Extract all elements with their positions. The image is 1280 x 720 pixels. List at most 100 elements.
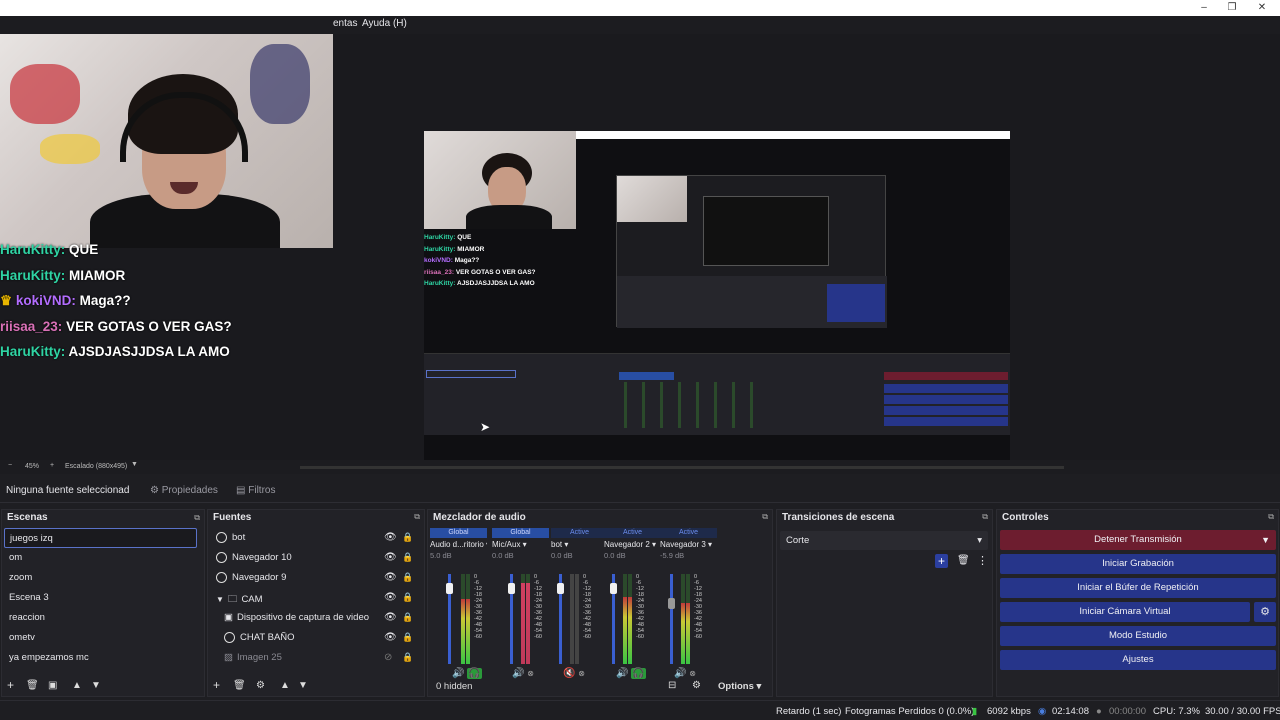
channel-name[interactable]: Audio d...ritorio ▾ <box>430 540 487 549</box>
menu-herramientas[interactable]: entas <box>333 18 357 29</box>
scene-item[interactable]: ya empezamos mc <box>4 648 197 668</box>
channel-name[interactable]: Navegador 2 ▾ <box>604 540 661 549</box>
preview-area[interactable]: HaruKitty: QUE HaruKitty: MIAMOR kokiVND… <box>0 34 1280 462</box>
nested-title-bar <box>576 131 1010 139</box>
chevron-down-icon[interactable]: ▼ <box>1261 530 1270 550</box>
minimize-button[interactable]: – <box>1194 1 1214 15</box>
transition-select[interactable]: Corte ▾ <box>780 531 988 550</box>
fps-status: 30.00 / 30.00 FPS <box>1205 706 1280 717</box>
source-item-imagen-25[interactable]: ▨ Imagen 25 ⊘ 🔒 <box>224 652 413 672</box>
start-virtual-camera-button[interactable]: Iniciar Cámara Virtual <box>1000 602 1250 622</box>
lock-icon[interactable]: 🔒 <box>402 612 413 623</box>
source-item-navegador-9[interactable]: Navegador 9 👁 🔒 <box>216 572 413 592</box>
horizontal-scrollbar[interactable] <box>300 466 1064 469</box>
channel-header: Active <box>604 528 661 538</box>
chat-line: HaruKitty: MIAMOR <box>0 267 126 283</box>
start-replay-buffer-button[interactable]: Iniciar el Búfer de Repetición <box>1000 578 1276 598</box>
add-scene-button[interactable]: + <box>7 678 14 692</box>
properties-button[interactable]: ⚙ Propiedades <box>150 485 218 496</box>
visibility-eye-icon[interactable]: 👁 <box>384 532 397 543</box>
volume-knob[interactable] <box>668 598 675 609</box>
stop-stream-button[interactable]: Detener Transmisión ▼ <box>1000 530 1276 550</box>
source-item-bot[interactable]: bot 👁 🔒 <box>216 532 413 552</box>
visibility-eye-icon[interactable]: 👁 <box>384 592 397 603</box>
lock-icon[interactable]: 🔒 <box>402 572 413 583</box>
trash-icon[interactable]: 🗑 <box>957 555 970 566</box>
more-options-icon[interactable]: ⋮ <box>977 554 988 567</box>
lock-icon[interactable]: 🔒 <box>402 532 413 543</box>
channel-name[interactable]: bot ▾ <box>551 540 608 549</box>
add-transition-button[interactable]: + <box>935 554 949 568</box>
layout-icon[interactable]: ⊟ <box>668 680 676 691</box>
meter-fill <box>623 596 627 664</box>
move-down-icon[interactable]: ▼ <box>91 680 101 691</box>
trash-icon[interactable]: 🗑 <box>26 680 39 691</box>
restore-button[interactable]: ❐ <box>1222 1 1242 15</box>
visibility-eye-icon[interactable]: 👁 <box>384 552 397 563</box>
move-up-icon[interactable]: ▲ <box>280 680 290 691</box>
scene-item[interactable]: om <box>4 548 197 568</box>
hidden-eye-icon[interactable]: ⊘ <box>384 652 392 663</box>
add-source-button[interactable]: + <box>213 678 220 692</box>
volume-knob[interactable] <box>508 583 515 594</box>
options-button[interactable]: Options ▾ <box>718 681 761 692</box>
volume-knob[interactable] <box>446 583 453 594</box>
menu-ayuda[interactable]: Ayuda (H) <box>362 18 407 29</box>
channel-name[interactable]: Navegador 3 ▾ <box>660 540 717 549</box>
folder-icon: 🗀 <box>227 594 238 605</box>
lock-icon[interactable]: 🔒 <box>402 632 413 643</box>
level-meter <box>681 574 685 664</box>
level-meter <box>686 574 690 664</box>
lock-icon[interactable]: 🔒 <box>402 652 413 663</box>
undock-icon[interactable]: ⧉ <box>982 512 988 522</box>
chevron-down-icon[interactable]: ▼ <box>216 595 224 604</box>
trash-icon[interactable]: 🗑 <box>233 680 246 691</box>
close-button[interactable]: ✕ <box>1252 1 1272 15</box>
source-item-navegador-10[interactable]: Navegador 10 👁 🔒 <box>216 552 413 572</box>
visibility-eye-icon[interactable]: 👁 <box>384 572 397 583</box>
lock-icon[interactable]: 🔒 <box>402 592 413 603</box>
virtual-camera-gear-icon[interactable]: ⚙ <box>1254 602 1276 622</box>
gear-icon[interactable]: ⚙ <box>256 680 265 691</box>
move-up-icon[interactable]: ▲ <box>72 680 82 691</box>
webcam-feed <box>0 34 333 248</box>
scene-item[interactable]: zoom <box>4 568 197 588</box>
scene-item[interactable]: reaccion <box>4 608 197 628</box>
filters-icon[interactable]: ▣ <box>48 680 57 691</box>
transitions-dock: Transiciones de escena ⧉ Corte ▾ + 🗑 ⋮ <box>776 509 993 697</box>
visibility-eye-icon[interactable]: 👁 <box>384 632 397 643</box>
scene-item[interactable]: Escena 3 <box>4 588 197 608</box>
zoom-in-button[interactable]: + <box>50 462 54 469</box>
source-item-chat-bano[interactable]: CHAT BAÑO 👁 🔒 <box>224 632 413 652</box>
channel-name[interactable]: Mic/Aux ▾ <box>492 540 549 549</box>
visibility-eye-icon[interactable]: 👁 <box>384 612 397 623</box>
studio-mode-button[interactable]: Modo Estudio <box>1000 626 1276 646</box>
settings-button[interactable]: Ajustes <box>1000 650 1276 670</box>
source-group-cam[interactable]: ▼ 🗀 CAM 👁 🔒 <box>216 592 413 612</box>
undock-icon[interactable]: ⧉ <box>194 513 200 523</box>
db-scale: 0 -6 -12 -18 -24 -30 -36 -42 -48 -54 -60 <box>534 574 542 640</box>
chevron-down-icon[interactable]: ▼ <box>131 461 138 468</box>
zoom-out-button[interactable]: − <box>8 462 12 469</box>
volume-knob[interactable] <box>610 583 617 594</box>
volume-knob[interactable] <box>557 583 564 594</box>
undock-icon[interactable]: ⧉ <box>1268 512 1274 522</box>
scenes-toolbar: + 🗑 ▣ ▲ ▼ <box>2 676 204 696</box>
undock-icon[interactable]: ⧉ <box>762 512 768 522</box>
undock-icon[interactable]: ⧉ <box>414 512 420 522</box>
source-item-capture-device[interactable]: ▣ Dispositivo de captura de video 👁 🔒 <box>224 612 413 632</box>
scene-item[interactable]: juegos izq <box>4 528 197 548</box>
level-meter <box>526 574 530 664</box>
lock-icon[interactable]: 🔒 <box>402 552 413 563</box>
zoom-level[interactable]: 45% <box>25 463 39 470</box>
move-down-icon[interactable]: ▼ <box>298 680 308 691</box>
preview-canvas[interactable]: HaruKitty: QUE HaruKitty: MIAMOR kokiVND… <box>424 131 1010 462</box>
volume-slider[interactable] <box>670 574 673 664</box>
scene-item[interactable]: ometv <box>4 628 197 648</box>
start-recording-button[interactable]: Iniciar Grabación <box>1000 554 1276 574</box>
filters-button[interactable]: ▤ Filtros <box>236 485 275 496</box>
camera-icon: ▣ <box>224 612 233 623</box>
zoom-scale-label: Escalado (880x495) <box>65 463 128 470</box>
channel-db: 5.0 dB <box>430 551 452 560</box>
mixer-settings-icon[interactable]: ⚙ <box>692 680 701 691</box>
